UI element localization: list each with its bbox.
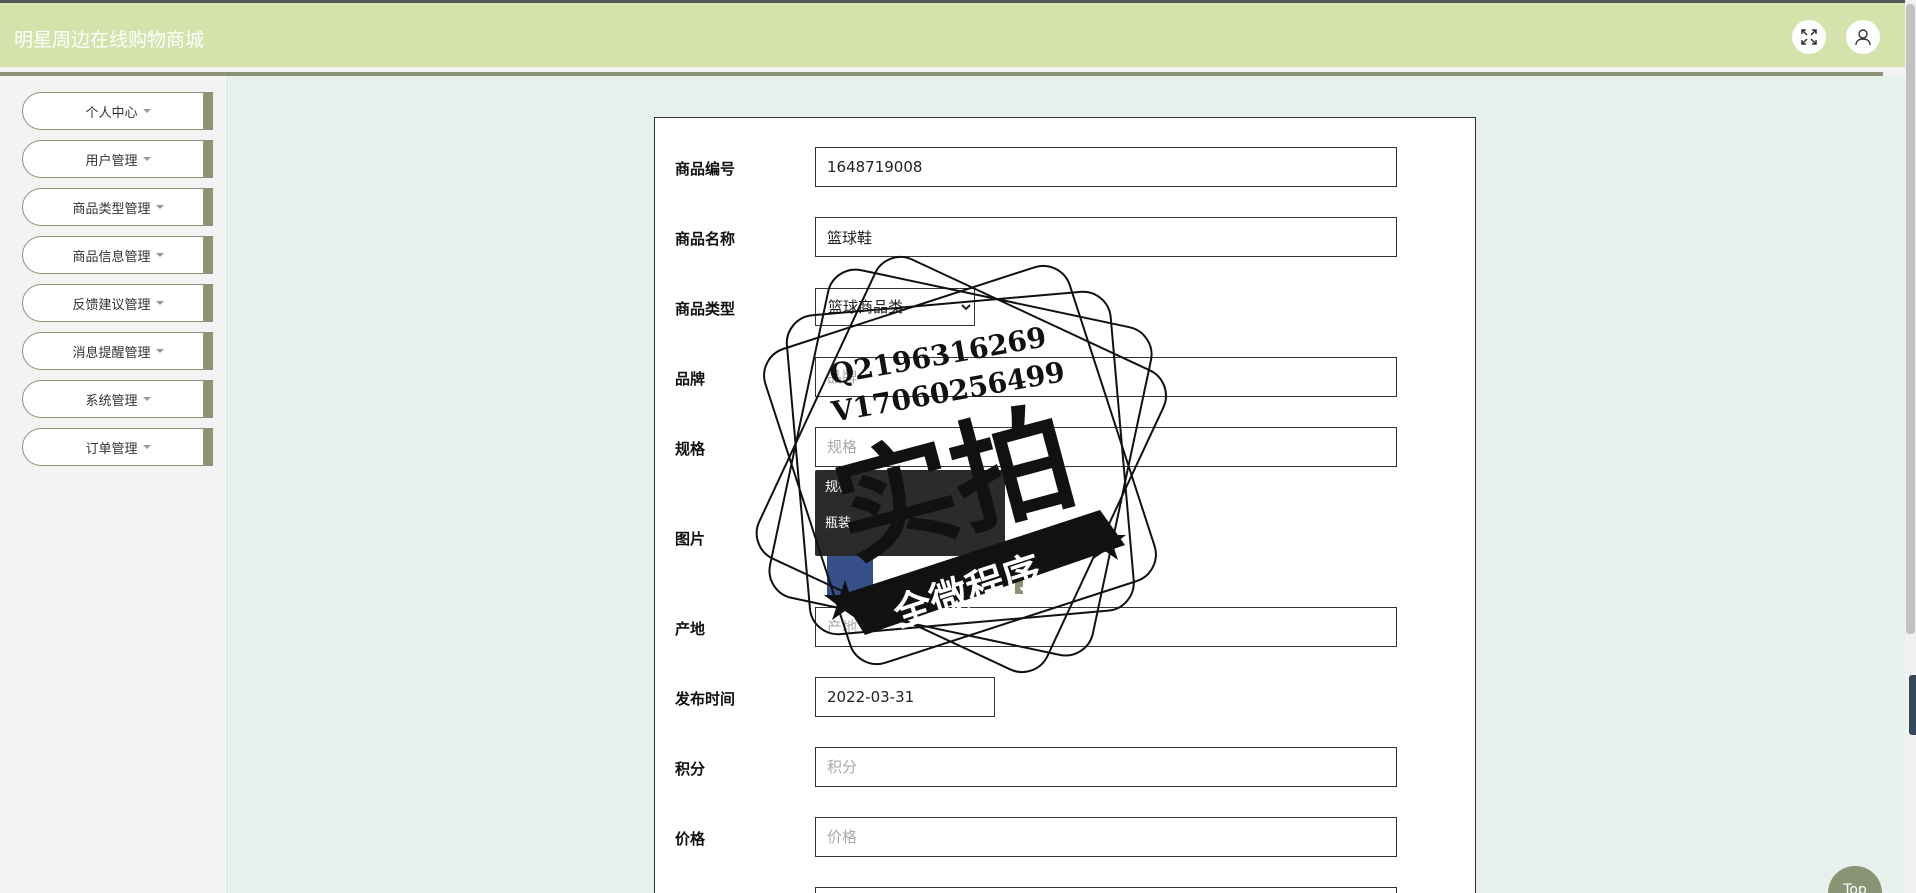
fullscreen-button[interactable] [1792,20,1826,54]
origin-input[interactable] [815,607,1397,647]
side-widget-handle[interactable] [1909,675,1916,735]
next-field-input[interactable] [815,887,1397,893]
sidebar-item-user-management[interactable]: 用户管理 [22,140,213,178]
scrollbar-thumb[interactable] [1906,4,1915,634]
brand-label: 品牌 [675,370,706,388]
points-input[interactable] [815,747,1397,787]
sidebar: 个人中心 用户管理 商品类型管理 商品信息管理 反馈建议管理 消息提醒管理 系统… [0,76,228,893]
points-label: 积分 [675,760,706,778]
caret-down-icon [142,397,151,401]
user-icon [1855,29,1871,46]
expand-icon [1801,29,1817,45]
sidebar-item-feedback-management[interactable]: 反馈建议管理 [22,284,213,322]
product-name-label: 商品名称 [675,230,736,248]
brand-input[interactable] [815,357,1397,397]
product-name-input[interactable] [815,217,1397,257]
caret-down-icon [155,253,164,257]
caret-down-icon [155,301,164,305]
user-button[interactable] [1846,20,1880,54]
dropdown-option[interactable]: 规格 [815,470,1005,506]
spec-autocomplete-dropdown: 规格 瓶装 [815,470,1005,556]
product-code-label: 商品编号 [675,160,736,178]
dropdown-option[interactable]: 瓶装 [815,506,1005,542]
sidebar-item-product-type-management[interactable]: 商品类型管理 [22,188,213,226]
caret-down-icon [142,157,151,161]
sidebar-item-system-management[interactable]: 系统管理 [22,380,213,418]
caret-down-icon [155,349,164,353]
origin-label: 产地 [675,620,706,638]
price-input[interactable] [815,817,1397,857]
publish-time-input[interactable] [815,677,995,717]
sidebar-item-order-management[interactable]: 订单管理 [22,428,213,466]
caret-down-icon [155,205,164,209]
product-form: 商品编号 商品名称 商品类型 篮球商品类 品牌 规格 图片 产地 发布时间 积分… [654,117,1476,893]
publish-time-label: 发布时间 [675,690,736,708]
top-header: 明星周边在线购物商城 [0,0,1905,67]
upload-strip [1015,548,1023,594]
product-type-select[interactable]: 篮球商品类 [815,288,975,326]
sidebar-item-product-info-management[interactable]: 商品信息管理 [22,236,213,274]
main-content: 商品编号 商品名称 商品类型 篮球商品类 品牌 规格 图片 产地 发布时间 积分… [229,76,1905,893]
sidebar-item-message-management[interactable]: 消息提醒管理 [22,332,213,370]
price-label: 价格 [675,830,706,848]
product-type-label: 商品类型 [675,300,736,318]
caret-down-icon [142,445,151,449]
product-image-thumbnail[interactable] [827,550,873,596]
product-code-input[interactable] [815,147,1397,187]
spec-input[interactable] [815,427,1397,467]
app-title: 明星周边在线购物商城 [14,29,205,51]
caret-down-icon [142,109,151,113]
image-label: 图片 [675,530,706,548]
spec-label: 规格 [675,440,706,458]
sidebar-item-personal-center[interactable]: 个人中心 [22,92,213,130]
